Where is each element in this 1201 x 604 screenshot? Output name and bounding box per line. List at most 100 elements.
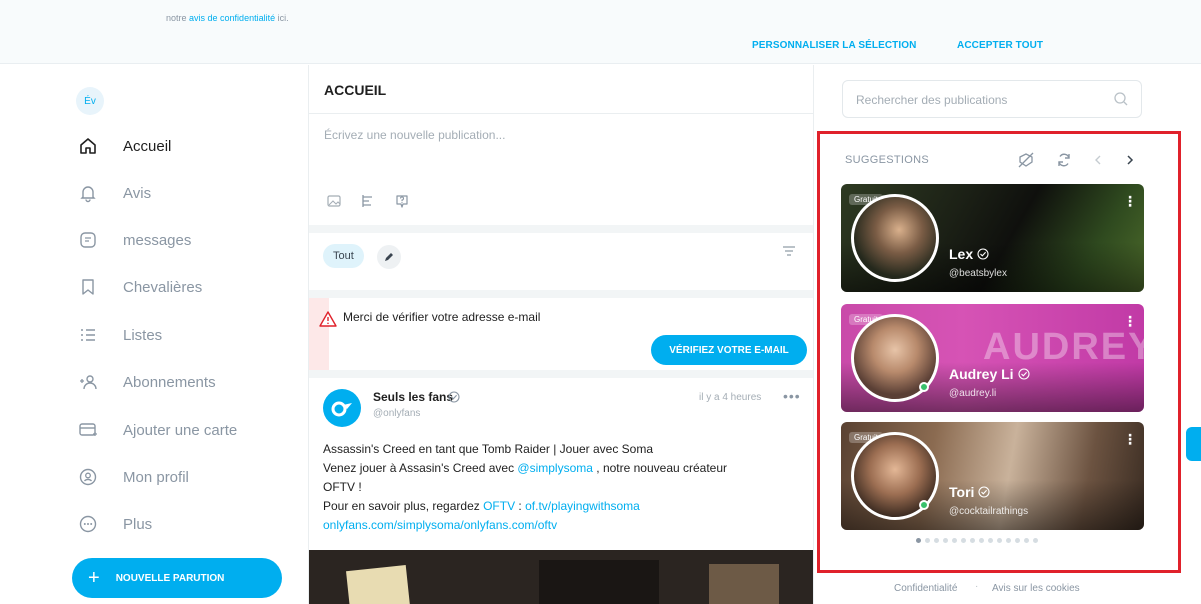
search-input[interactable]: Rechercher des publications — [842, 80, 1142, 118]
cookie-notice-link[interactable]: Avis sur les cookies — [992, 583, 1080, 594]
sidebar-item-notifications[interactable]: Avis — [78, 178, 151, 208]
online-status-dot — [919, 382, 929, 392]
sidebar-item-label: Avis — [123, 184, 152, 202]
suggestion-name[interactable]: Tori — [949, 484, 990, 500]
post-text: : — [515, 499, 526, 513]
avatar[interactable] — [851, 194, 939, 282]
mention-link[interactable]: @simplysoma — [517, 461, 593, 475]
suggestion-card[interactable]: Gratuit ⋮ Tori @cocktailrathings — [841, 422, 1144, 530]
verified-icon — [978, 486, 990, 498]
search-icon[interactable] — [1113, 91, 1129, 107]
customize-selection-button[interactable]: PERSONNALISER LA SÉLECTION — [752, 40, 916, 51]
question-icon[interactable] — [392, 191, 412, 211]
plus-icon: + — [88, 567, 100, 589]
feed-column: ACCUEIL Écrivez une nouvelle publication… — [308, 65, 814, 604]
sidebar-item-messages[interactable]: messages — [78, 225, 191, 255]
pagination-dot[interactable] — [925, 538, 930, 543]
divider — [309, 113, 813, 114]
card-menu-icon[interactable]: ⋮ — [1123, 194, 1137, 208]
verify-email-message: Merci de vérifier votre adresse e-mail — [343, 310, 541, 324]
sidebar-item-label: Ajouter une carte — [123, 421, 238, 439]
verified-icon — [448, 390, 460, 403]
post-author-avatar[interactable] — [323, 389, 361, 427]
post-line: Assassin's Creed en tant que Tomb Raider… — [323, 442, 654, 456]
more-icon — [78, 514, 98, 534]
post-text: Venez jouer à Assasin's Creed avec — [323, 461, 518, 475]
list-icon — [78, 325, 98, 345]
divider — [309, 225, 813, 233]
post-line: Pour en savoir plus, regardez OFTV : of.… — [323, 497, 793, 516]
pagination-dot[interactable] — [988, 538, 993, 543]
suggestion-name[interactable]: Lex — [949, 246, 989, 262]
suggestion-card[interactable]: Gratuit ⋮ Lex @beatsbylex — [841, 184, 1144, 292]
help-tab[interactable] — [1186, 427, 1201, 461]
oftv-url-link[interactable]: of.tv/playingwithsoma — [525, 499, 640, 513]
divider — [309, 290, 813, 298]
new-post-label: NOUVELLE PARUTION — [115, 572, 225, 584]
suggestion-card[interactable]: AUDREY Gratuit ⋮ Audrey Li @audrey.li — [841, 304, 1144, 412]
post-author-handle[interactable]: @onlyfans — [373, 408, 420, 419]
avatar[interactable]: Év — [76, 87, 104, 115]
media-shape — [539, 560, 659, 604]
post-more-icon[interactable]: ••• — [783, 388, 801, 404]
online-status-dot — [919, 500, 929, 510]
refresh-icon[interactable] — [1054, 150, 1074, 170]
pagination-dot[interactable] — [1033, 538, 1038, 543]
accept-all-button[interactable]: ACCEPTER TOUT — [957, 40, 1043, 51]
footer-separator: · — [975, 581, 979, 592]
oftv-link[interactable]: OFTV — [483, 499, 515, 513]
compose-input[interactable]: Écrivez une nouvelle publication... — [324, 128, 505, 142]
bell-icon — [78, 183, 98, 203]
filter-chip-all[interactable]: Tout — [323, 244, 364, 268]
post-text: Pour en savoir plus, regardez — [323, 499, 484, 513]
pagination-dot[interactable] — [1006, 538, 1011, 543]
pagination-dot[interactable] — [952, 538, 957, 543]
sidebar-item-add-card[interactable]: Ajouter une carte — [78, 415, 237, 445]
alert-stripe — [309, 298, 329, 370]
profile-url-link[interactable]: onlyfans.com/simplysoma/onlyfans.com/oft… — [323, 516, 793, 535]
card-menu-icon[interactable]: ⋮ — [1123, 432, 1137, 446]
pagination-dot[interactable] — [961, 538, 966, 543]
pagination-dot[interactable] — [979, 538, 984, 543]
pencil-icon[interactable] — [377, 245, 401, 269]
sidebar-item-label: Chevalières — [123, 278, 203, 296]
profile-icon — [78, 467, 98, 487]
sort-icon[interactable] — [779, 241, 799, 261]
post-media[interactable] — [309, 550, 813, 604]
sidebar: Év Accueil Avis messages Chevalières Lis… — [0, 65, 308, 604]
card-menu-icon[interactable]: ⋮ — [1123, 314, 1137, 328]
carousel-pagination[interactable] — [916, 538, 1038, 543]
new-post-button[interactable]: + NOUVELLE PARUTION — [72, 558, 282, 598]
hide-free-icon[interactable] — [1016, 150, 1036, 170]
chevron-right-icon[interactable] — [1120, 150, 1140, 170]
pagination-dot[interactable] — [1024, 538, 1029, 543]
privacy-notice-link[interactable]: avis de confidentialité — [189, 13, 275, 23]
pagination-dot[interactable] — [1015, 538, 1020, 543]
pagination-dot[interactable] — [916, 538, 921, 543]
verified-icon — [977, 248, 989, 260]
sidebar-item-subscriptions[interactable]: Abonnements — [78, 367, 216, 397]
image-icon[interactable] — [324, 191, 344, 211]
media-shape — [346, 565, 412, 604]
suggestion-handle: @beatsbylex — [949, 268, 1007, 279]
page-title: ACCUEIL — [324, 82, 387, 98]
sidebar-item-bookmarks[interactable]: Chevalières — [78, 272, 202, 302]
sidebar-item-more[interactable]: Plus — [78, 509, 152, 539]
sidebar-item-home[interactable]: Accueil — [78, 131, 171, 161]
pagination-dot[interactable] — [970, 538, 975, 543]
sidebar-item-label: Accueil — [123, 137, 172, 155]
home-icon — [78, 136, 98, 156]
privacy-link[interactable]: Confidentialité — [894, 583, 957, 594]
sidebar-item-lists[interactable]: Listes — [78, 320, 162, 350]
poll-icon[interactable] — [358, 191, 378, 211]
pagination-dot[interactable] — [997, 538, 1002, 543]
verify-email-button[interactable]: VÉRIFIEZ VOTRE E-MAIL — [651, 335, 807, 365]
post-author-name[interactable]: Seuls les fans — [373, 390, 453, 404]
suggestions-panel: SUGGESTIONS Gratuit ⋮ Lex @beatsbylex AU… — [817, 131, 1181, 573]
sidebar-item-my-profile[interactable]: Mon profil — [78, 462, 189, 492]
suggestion-name[interactable]: Audrey Li — [949, 366, 1030, 382]
pagination-dot[interactable] — [934, 538, 939, 543]
chevron-left-icon[interactable] — [1088, 150, 1108, 170]
post-line: Venez jouer à Assasin's Creed avec @simp… — [323, 459, 793, 478]
pagination-dot[interactable] — [943, 538, 948, 543]
